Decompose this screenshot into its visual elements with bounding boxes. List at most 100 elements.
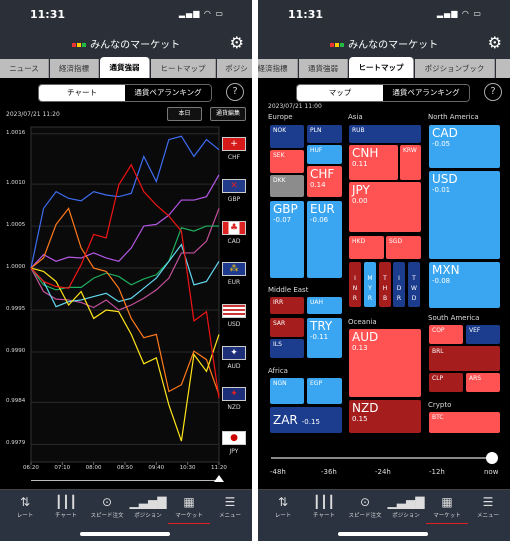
heatmap-tile-thb[interactable]: THB [379,262,391,307]
heatmap-tile-twd[interactable]: TWD [408,262,420,307]
nav-label: チャート [313,513,335,519]
nav-bar-chart[interactable]: ▁▃▅▇ ポジション [127,495,169,519]
tile-code: CHF [310,167,335,181]
nav-label: レート [16,513,34,519]
heatmap-tile-pln[interactable]: PLN [307,125,342,143]
nav-candlestick[interactable]: ┃┃┃ チャート [303,495,345,519]
y-tick-label: 1.0005 [6,222,26,229]
nav-rate-arrows[interactable]: ⇅ レート [4,495,46,519]
heatmap-tile-jpy[interactable]: JPY 0.00 [349,182,421,232]
bar-chart-icon: ▁▃▅▇ [387,495,425,509]
heatmap-tile-aud[interactable]: AUD 0.13 [349,329,421,397]
heatmap-tile-chf[interactable]: CHF 0.14 [307,166,342,197]
heatmap-tile-egp[interactable]: EGP [307,378,342,404]
slider-handle-icon[interactable] [214,475,224,482]
nav-label: マーケット [433,513,461,519]
eu-flag-icon[interactable]: ⁂ [222,262,246,276]
tile-code: ARS [469,375,482,382]
nav-market-newspaper[interactable]: ▦ マーケット [426,495,468,524]
heatmap-tile-ars[interactable]: ARS [466,373,500,392]
new-zealand-flag-icon[interactable]: ✦ [222,387,246,401]
region-label: Africa [268,367,288,375]
canada-flag-icon[interactable]: ♣ [222,221,246,235]
segment-pair-ranking[interactable]: 通貨ペアランキング [383,85,469,101]
heatmap-tile-btc[interactable]: BTC [429,412,500,433]
japan-flag-icon[interactable]: ● [222,431,246,445]
tile-code: COP [432,327,445,334]
nav-market-newspaper[interactable]: ▦ マーケット [168,495,210,524]
help-button[interactable]: ? [484,83,502,101]
tab-bar: 経済指標 通貨強弱 ヒートマップ ポジションブック [258,57,510,78]
heatmap-tile-irr[interactable]: IRR [270,297,304,314]
heatmap-tile-usd[interactable]: USD -0.01 [429,171,500,259]
tile-code: IDR [396,275,402,302]
tile-code: HUF [310,147,323,154]
slider-label: now [484,468,499,476]
segment-map[interactable]: マップ [297,85,383,101]
swiss-flag-icon[interactable]: + [222,137,246,151]
time-slider-thumb[interactable] [486,452,498,464]
heatmap-tile-myr[interactable]: MYR [364,262,376,307]
speed-order-icon: ⊙ [359,495,371,509]
tile-code: SAR [273,320,286,327]
tab-more[interactable] [496,59,510,78]
heatmap-tile-dkk[interactable]: DKK [270,175,304,197]
tab-currency-strength[interactable]: 通貨強弱 [299,59,348,78]
heatmap-tile-ils[interactable]: ILS [270,339,304,358]
heatmap-tile-zar[interactable]: ZAR -0.15 [270,407,342,433]
time-slider-track[interactable] [271,457,493,459]
heatmap-tile-clp[interactable]: CLP [429,373,463,392]
currency-strength-chart[interactable] [0,0,252,490]
uk-flag-icon[interactable]: ✕ [222,179,246,193]
heatmap-tile-eur[interactable]: EUR -0.06 [307,201,342,278]
heatmap-tile-krw[interactable]: KRW [400,145,421,180]
heatmap-tile-sek[interactable]: SEK [270,150,304,173]
us-flag-icon[interactable] [222,304,246,318]
heatmap-tile-cnh[interactable]: CNH 0.11 [349,145,398,180]
region-label: Oceania [348,318,377,326]
heatmap-tile-huf[interactable]: HUF [307,145,342,164]
heatmap-tile-sar[interactable]: SAR [270,318,304,337]
heatmap-tile-sgd[interactable]: SGD [386,236,421,259]
tab-indicators[interactable]: 経済指標 [258,59,298,78]
tile-code: UAH [310,299,324,306]
heatmap-tile-cad[interactable]: CAD -0.05 [429,125,500,168]
nav-rate-arrows[interactable]: ⇅ レート [262,495,304,519]
tab-heatmap[interactable]: ヒートマップ [349,57,414,78]
y-tick-label: 0.9984 [6,398,26,405]
heatmap-tile-ngn[interactable]: NGN [270,378,304,404]
nav-speed-order[interactable]: ⊙ スピード注文 [86,495,128,519]
heatmap-tile-nzd[interactable]: NZD 0.15 [349,400,421,433]
gear-icon[interactable]: ⚙ [488,33,502,52]
heatmap-tile-inr[interactable]: INR [349,262,361,307]
x-tick-label: 11:20 [211,465,227,471]
nav-speed-order[interactable]: ⊙ スピード注文 [344,495,386,519]
nav-menu[interactable]: ☰ メニュー [467,495,509,519]
heatmap-tile-vef[interactable]: VEF [466,325,500,344]
candlestick-icon: ┃┃┃ [313,495,335,509]
tile-code: SEK [273,152,285,159]
nav-candlestick[interactable]: ┃┃┃ チャート [45,495,87,519]
tile-value: 0.13 [352,344,368,352]
australia-flag-icon[interactable]: ✦ [222,346,246,360]
time-range-slider[interactable] [31,480,219,481]
heatmap-tile-hkd[interactable]: HKD [349,236,384,259]
heatmap-tile-nok[interactable]: NOK [270,125,304,148]
nav-bar-chart[interactable]: ▁▃▅▇ ポジション [385,495,427,519]
tab-position-book[interactable]: ポジションブック [415,59,495,78]
tile-value: 0.15 [352,415,368,423]
region-label: Asia [348,113,363,121]
nav-menu[interactable]: ☰ メニュー [209,495,251,519]
heatmap-tile-brl[interactable]: BRL [429,346,500,371]
heatmap-tile-cop[interactable]: COP [429,325,463,344]
heatmap-tile-uah[interactable]: UAH [307,297,342,314]
currency-label: CHF [227,154,241,161]
heatmap-tile-gbp[interactable]: GBP -0.07 [270,201,304,278]
heatmap-tile-idr[interactable]: IDR [393,262,405,307]
region-label: Europe [268,113,293,121]
heatmap-tile-mxn[interactable]: MXN -0.08 [429,262,500,308]
slider-label: -48h [270,468,286,476]
tile-code: VEF [469,327,481,334]
heatmap-tile-rub[interactable]: RUB [349,125,421,143]
heatmap-tile-try[interactable]: TRY -0.11 [307,318,342,358]
